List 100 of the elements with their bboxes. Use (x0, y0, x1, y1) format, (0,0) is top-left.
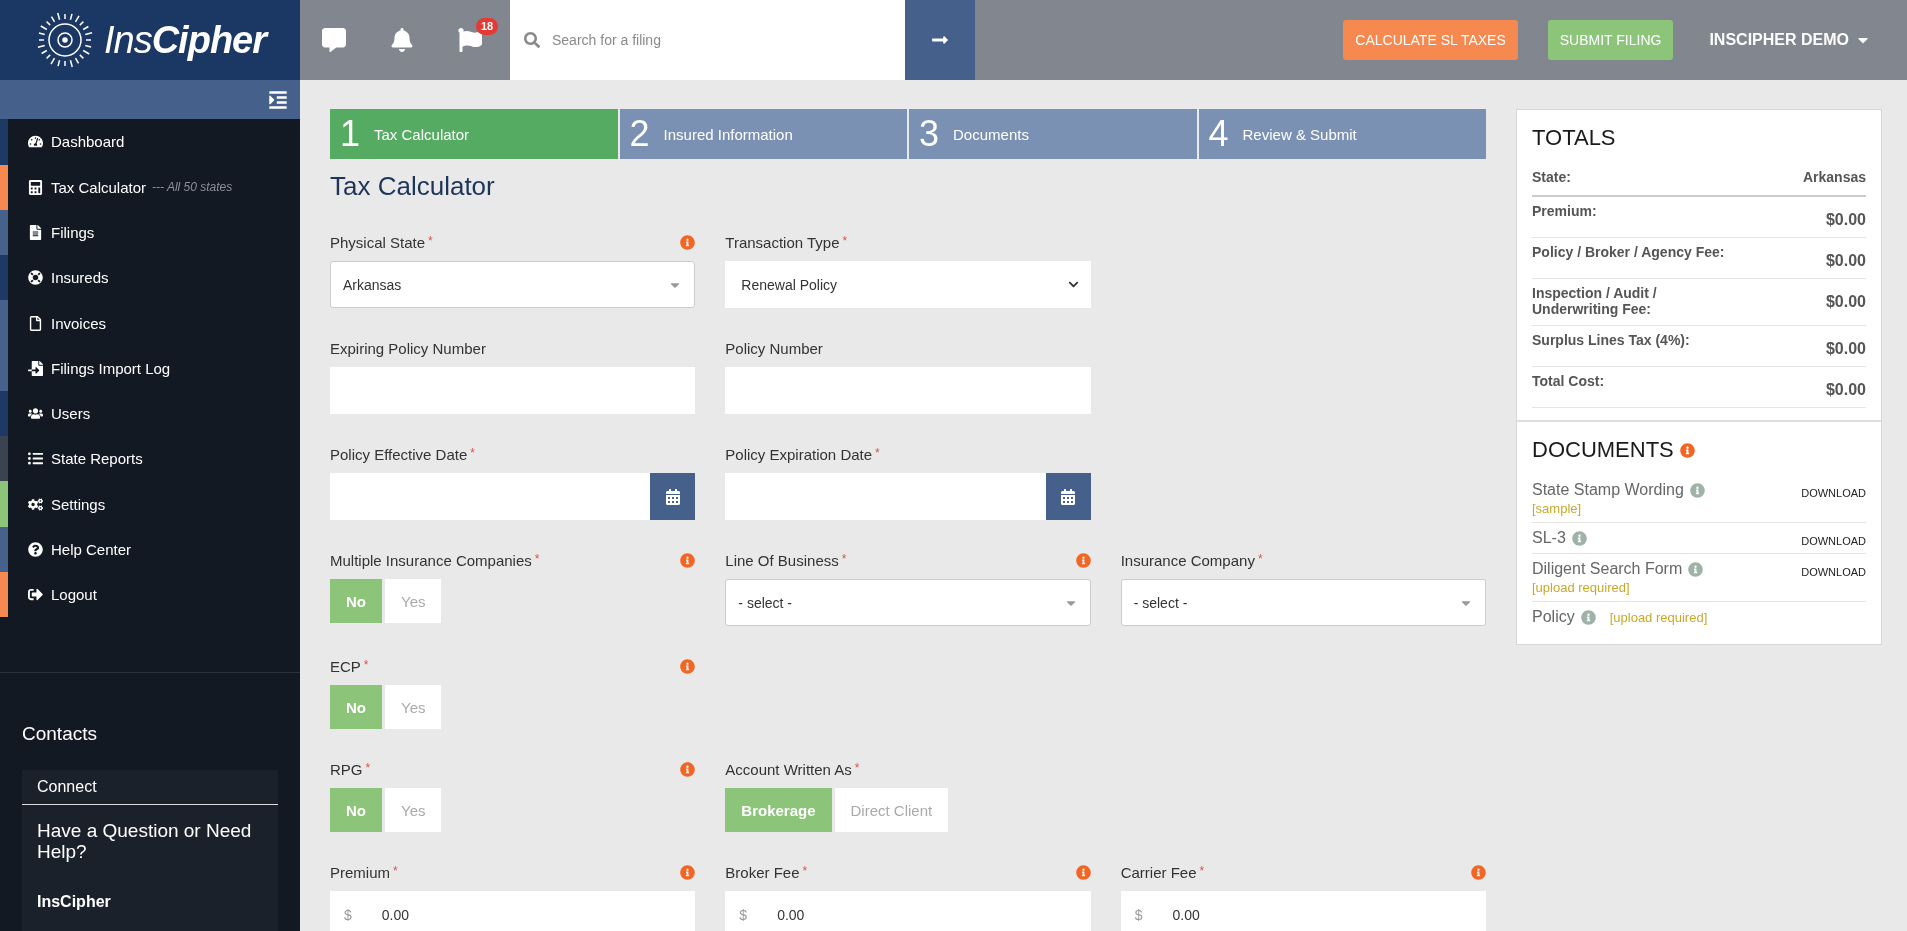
select-field[interactable]: Renewal Policy (725, 261, 1091, 308)
blank-page-icon (28, 315, 43, 331)
download-link[interactable]: DOWNLOAD (1801, 535, 1866, 547)
info-icon[interactable] (1471, 864, 1486, 880)
info-icon[interactable] (680, 658, 696, 674)
field-label: Broker Fee * (725, 863, 808, 881)
panel-title: DOCUMENTS (1532, 437, 1674, 463)
document-name: State Stamp Wording (1532, 481, 1684, 499)
step-label: Tax Calculator (374, 125, 470, 143)
select-field[interactable]: - select - (725, 579, 1091, 626)
amount-field[interactable]: $ 0.00 (1120, 891, 1486, 931)
sidebar-label: Dashboard (51, 133, 125, 151)
calendar-icon (664, 488, 681, 505)
total-label: Inspection / Audit / Underwriting Fee: (1532, 285, 1658, 317)
calendar-button[interactable] (1045, 473, 1091, 520)
user-menu[interactable]: INSCIPHER DEMO (1703, 30, 1877, 50)
sidebar-item[interactable]: Help Center (0, 526, 300, 572)
sidebar-item[interactable]: Settings (0, 481, 300, 527)
sidebar-item[interactable]: Insureds (0, 255, 300, 301)
field-label: Carrier Fee * (1120, 863, 1205, 881)
date-field[interactable] (330, 473, 651, 520)
field-label: ECP * (330, 657, 369, 675)
info-icon[interactable] (680, 234, 696, 250)
field-label: RPG * (330, 760, 371, 778)
info-icon[interactable] (1075, 864, 1091, 880)
sidebar-item[interactable]: Invoices (0, 300, 300, 346)
select-field[interactable]: Arkansas (330, 261, 696, 308)
download-link[interactable]: DOWNLOAD (1801, 566, 1866, 595)
info-icon[interactable] (1689, 482, 1705, 498)
bell-icon[interactable] (390, 28, 414, 52)
step-label: Review & Submit (1242, 125, 1357, 143)
sidebar-item[interactable]: Tax Calculator --- All 50 states (0, 164, 300, 210)
sidebar-item[interactable]: Dashboard (0, 119, 300, 165)
sidebar-label: Filings Import Log (51, 359, 171, 377)
step-number: 3 (919, 113, 940, 155)
field-label: Transaction Type * (725, 233, 848, 251)
field-label: Expiring Policy Number (330, 339, 486, 357)
sidebar-label: Filings (51, 224, 95, 241)
field-label: Policy Expiration Date * (725, 445, 880, 463)
gauge-icon (28, 134, 43, 150)
users-icon (28, 406, 43, 422)
total-label: Total Cost: (1532, 373, 1605, 389)
total-label: Policy / Broker / Agency Fee: (1532, 244, 1725, 260)
chevron-icon (1067, 279, 1079, 290)
total-label: Premium: (1532, 203, 1597, 219)
info-icon[interactable] (680, 761, 696, 777)
calculator-icon (28, 179, 43, 195)
document-icon (28, 225, 43, 240)
document-note: [upload required] (1532, 580, 1631, 595)
list-icon (28, 451, 43, 467)
calendar-icon (1060, 488, 1077, 505)
field-label: Line Of Business * (725, 551, 847, 569)
total-value: $0.00 (1825, 252, 1866, 270)
calendar-button[interactable] (650, 473, 696, 520)
step-number: 1 (340, 113, 361, 155)
page-title: Tax Calculator (330, 171, 496, 202)
card-tab[interactable]: Connect (22, 770, 278, 806)
lifebuoy-icon (28, 270, 43, 286)
document-note: [upload required] (1609, 609, 1708, 625)
info-icon[interactable] (680, 552, 696, 568)
contacts-heading: Contacts (22, 723, 98, 746)
info-icon[interactable] (1580, 609, 1596, 625)
info-icon[interactable] (680, 864, 696, 880)
document-name: Policy (1532, 608, 1575, 626)
amount-field[interactable]: $ 0.00 (330, 891, 696, 931)
question-icon (28, 541, 43, 557)
sidebar-label: Invoices (51, 314, 107, 332)
field-label: Policy Number (725, 339, 823, 357)
contact-name: InsCipher (36, 892, 112, 913)
sidebar-label: Users (51, 405, 91, 423)
sidebar-item[interactable]: Logout (0, 572, 300, 618)
info-icon[interactable] (1571, 530, 1587, 546)
amount-field[interactable]: $ 0.00 (725, 891, 1091, 931)
download-link[interactable]: DOWNLOAD (1801, 487, 1866, 516)
import-file-icon (28, 360, 43, 376)
field-label: Premium * (330, 863, 398, 881)
date-field[interactable] (725, 473, 1046, 520)
sidebar-item[interactable]: State Reports (0, 436, 300, 482)
info-icon[interactable] (1075, 552, 1091, 568)
field-label: Multiple Insurance Companies * (330, 551, 540, 569)
total-label: Surplus Lines Tax (4%): (1532, 332, 1690, 348)
info-icon[interactable] (1679, 442, 1695, 458)
sidebar-label: State Reports (51, 450, 143, 468)
search-icon (524, 32, 540, 48)
sidebar-item[interactable]: Users (0, 390, 300, 437)
chat-icon[interactable] (322, 28, 346, 52)
step-label: Documents (953, 125, 1029, 143)
sidebar-item[interactable]: Filings Import Log (0, 345, 300, 391)
sidebar-label: Insureds (51, 269, 109, 287)
info-icon[interactable] (1688, 561, 1704, 577)
field-label: Account Written As * (725, 760, 860, 778)
field-label: Physical State * (330, 233, 433, 251)
sidebar-item[interactable]: Filings (0, 209, 300, 256)
field-label: Policy Effective Date * (330, 445, 475, 463)
select-field[interactable]: - select - (1120, 579, 1486, 626)
document-name: SL-3 (1532, 529, 1566, 547)
menu-icon[interactable] (268, 89, 288, 110)
flag-icon[interactable] (458, 28, 482, 52)
sidebar-note: --- All 50 states (152, 180, 233, 195)
step-number: 2 (629, 113, 650, 155)
